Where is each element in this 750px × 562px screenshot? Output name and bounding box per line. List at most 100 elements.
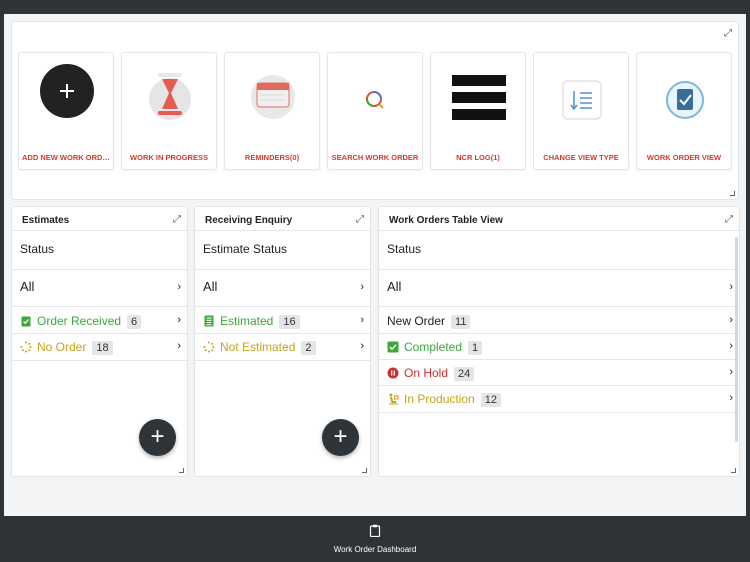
filter-all[interactable]: All › <box>195 270 370 306</box>
count-badge: 24 <box>454 367 475 381</box>
chevron-right-icon: › <box>729 392 733 404</box>
checkbox-icon <box>387 341 399 353</box>
expand-icon[interactable]: ⤢ <box>171 214 183 226</box>
status-row-order-received[interactable]: Order Received 6 › <box>12 308 187 334</box>
chevron-right-icon: › <box>360 314 364 326</box>
dashboard-area: ⤢ ADD NEW WORK ORDER WORK IN PROGRESS RE… <box>4 14 746 516</box>
chevron-right-icon: › <box>729 281 733 293</box>
work-orders-table-panel: Work Orders Table View ⤢ Status All › Ne… <box>378 206 740 477</box>
count-badge: 11 <box>451 315 471 329</box>
scrollbar[interactable] <box>735 237 738 442</box>
status-label: Not Estimated <box>220 340 296 354</box>
all-label: All <box>20 279 35 294</box>
status-row-no-order[interactable]: No Order 18 › <box>12 334 187 360</box>
all-label: All <box>387 279 402 294</box>
sort-list-icon <box>562 80 602 120</box>
tile-label: WORK IN PROGRESS <box>130 153 208 162</box>
search-icon <box>366 91 384 109</box>
divider <box>379 306 739 307</box>
bottom-nav: Work Order Dashboard <box>0 516 750 562</box>
tile-label: REMINDERS(0) <box>244 153 300 162</box>
tile-change-view-type[interactable]: CHANGE VIEW TYPE <box>533 52 629 170</box>
expand-icon[interactable]: ⤢ <box>723 214 735 226</box>
tile-reminders[interactable]: REMINDERS(0) <box>224 52 320 170</box>
status-label: On Hold <box>404 366 449 380</box>
status-row-not-estimated[interactable]: Not Estimated 2 › <box>195 334 370 360</box>
chevron-right-icon: › <box>177 281 181 293</box>
plus-icon <box>40 64 94 118</box>
status-row-estimated[interactable]: Estimated 16 › <box>195 308 370 334</box>
tile-ncr-log[interactable]: NCR LOG(1) <box>430 52 526 170</box>
resize-handle[interactable] <box>730 191 735 196</box>
count-badge: 2 <box>301 341 316 355</box>
count-badge: 6 <box>127 315 142 329</box>
resize-handle[interactable] <box>362 468 367 473</box>
nav-label: Work Order Dashboard <box>333 545 417 554</box>
expand-icon[interactable]: ⤢ <box>722 28 734 40</box>
panel-title: Receiving Enquiry <box>205 215 293 226</box>
receiving-enquiry-panel: Receiving Enquiry ⤢ Estimate Status All … <box>194 206 371 477</box>
tile-label: CHANGE VIEW TYPE <box>543 153 619 162</box>
tile-search-work-order[interactable]: SEARCH WORK ORDER <box>327 52 423 170</box>
divider <box>12 306 187 307</box>
hourglass-icon <box>149 73 191 120</box>
clipboard-check-icon <box>21 316 31 327</box>
divider <box>195 230 370 231</box>
pause-circle-icon <box>387 367 399 379</box>
chevron-right-icon: › <box>729 366 733 378</box>
panel-title: Work Orders Table View <box>389 215 503 226</box>
top-bar <box>0 0 750 14</box>
add-enquiry-button[interactable]: + <box>322 419 359 456</box>
filter-all[interactable]: All › <box>379 270 739 306</box>
panel-title: Estimates <box>22 215 70 226</box>
status-label: New Order <box>387 314 446 328</box>
tile-label: NCR LOG(1) <box>456 153 500 162</box>
resize-handle[interactable] <box>731 468 736 473</box>
status-label: Order Received <box>37 314 122 328</box>
status-label: Status <box>20 242 55 256</box>
status-label: Completed <box>404 340 463 354</box>
count-badge: 18 <box>92 341 113 355</box>
list-document-icon <box>204 315 214 327</box>
estimates-panel: Estimates ⤢ Status All › Order Received 6… <box>11 206 188 477</box>
divider <box>12 230 187 231</box>
status-label: Estimate Status <box>203 242 288 256</box>
divider <box>379 230 739 231</box>
tile-work-order-view[interactable]: WORK ORDER VIEW <box>636 52 732 170</box>
count-badge: 12 <box>480 393 501 407</box>
status-label: No Order <box>37 340 87 354</box>
tile-label: WORK ORDER VIEW <box>646 153 722 162</box>
nav-work-order-dashboard[interactable]: Work Order Dashboard <box>320 524 430 554</box>
count-badge: 16 <box>279 315 300 329</box>
tile-work-in-progress[interactable]: WORK IN PROGRESS <box>121 52 217 170</box>
filter-all[interactable]: All › <box>12 270 187 306</box>
add-estimate-button[interactable]: + <box>139 419 176 456</box>
chevron-right-icon: › <box>177 340 181 352</box>
spinner-icon <box>20 341 32 353</box>
count-badge: 1 <box>468 341 483 355</box>
tile-label: SEARCH WORK ORDER <box>331 153 419 162</box>
status-label: Status <box>387 242 422 256</box>
divider <box>195 360 370 361</box>
quick-actions-panel: ⤢ ADD NEW WORK ORDER WORK IN PROGRESS RE… <box>11 21 739 200</box>
status-row-new-order[interactable]: New Order 11 › <box>379 308 739 334</box>
divider <box>195 306 370 307</box>
status-row-completed[interactable]: Completed 1 › <box>379 334 739 360</box>
worker-icon <box>389 393 399 405</box>
clipboard-check-icon <box>666 81 704 119</box>
tile-add-new-work-order[interactable]: ADD NEW WORK ORDER <box>18 52 114 170</box>
calendar-icon <box>251 75 295 119</box>
tile-label: ADD NEW WORK ORDER <box>22 153 110 162</box>
chevron-right-icon: › <box>729 340 733 352</box>
spinner-icon <box>203 341 215 353</box>
status-row-on-hold[interactable]: On Hold 24 › <box>379 360 739 386</box>
divider <box>379 412 739 413</box>
resize-handle[interactable] <box>179 468 184 473</box>
all-label: All <box>203 279 218 294</box>
status-label: In Production <box>404 392 475 406</box>
chevron-right-icon: › <box>360 340 364 352</box>
expand-icon[interactable]: ⤢ <box>354 214 366 226</box>
chevron-right-icon: › <box>360 281 364 293</box>
clipboard-icon <box>369 524 381 538</box>
status-row-in-production[interactable]: In Production 12 › <box>379 386 739 412</box>
